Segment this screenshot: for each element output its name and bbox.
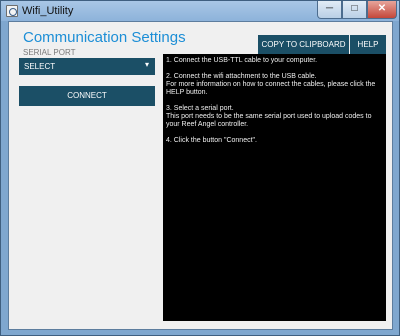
minimize-button[interactable]: ─ bbox=[317, 1, 342, 19]
connect-button[interactable]: CONNECT bbox=[19, 86, 155, 106]
serial-port-value: SELECT bbox=[24, 62, 56, 71]
page-title: Communication Settings bbox=[23, 29, 186, 46]
console-line: 3. Select a serial port. This port needs… bbox=[166, 105, 372, 128]
console-line: 2. Connect the wifi attachment to the US… bbox=[166, 73, 376, 96]
client-area: Communication Settings SERIAL PORT SELEC… bbox=[8, 21, 393, 330]
serial-port-label: SERIAL PORT bbox=[23, 48, 76, 57]
copy-to-clipboard-button[interactable]: COPY TO CLIPBOARD bbox=[258, 35, 349, 54]
window-title: Wifi_Utility bbox=[22, 5, 74, 17]
console-line: 1. Connect the USB-TTL cable to your com… bbox=[166, 57, 318, 64]
chevron-down-icon: ▾ bbox=[144, 60, 149, 69]
close-button[interactable]: ✕ bbox=[367, 1, 397, 19]
serial-port-select[interactable]: SELECT ▾ bbox=[19, 58, 155, 75]
console-line: 4. Click the button "Connect". bbox=[166, 137, 257, 144]
app-icon bbox=[6, 5, 18, 17]
app-window: Wifi_Utility ─ □ ✕ Communication Setting… bbox=[0, 0, 400, 336]
title-bar[interactable]: Wifi_Utility ─ □ ✕ bbox=[1, 1, 399, 21]
instructions-console[interactable]: 1. Connect the USB-TTL cable to your com… bbox=[163, 54, 386, 321]
maximize-button[interactable]: □ bbox=[342, 1, 367, 19]
help-button[interactable]: HELP bbox=[350, 35, 386, 54]
